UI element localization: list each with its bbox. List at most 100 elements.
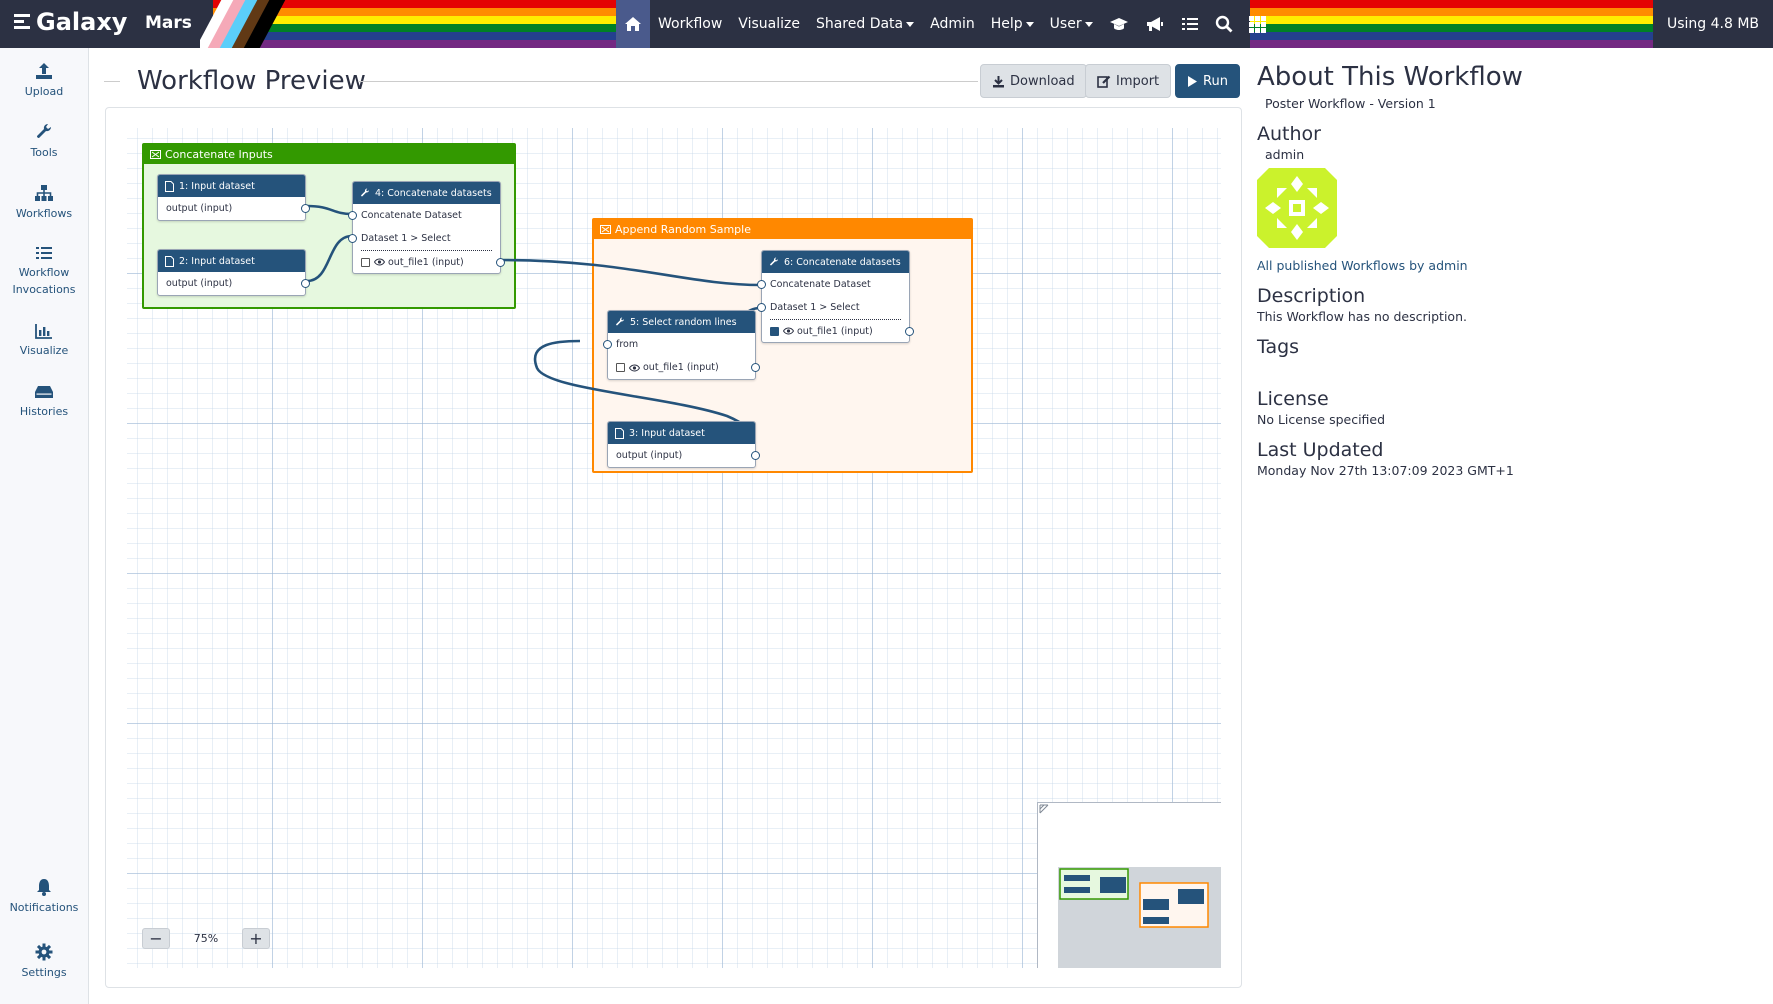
node-output-row: out_file1 (input) [770,319,914,342]
output-label: out_file1 (input) [388,256,464,268]
workflow-node-6-concatenate-datasets[interactable]: 6: Concatenate datasets Concatenate Data… [757,250,914,343]
zoom-control: − 75% + [142,928,270,949]
file-icon [165,255,174,267]
minimap-node-6 [1178,889,1204,904]
nav-user[interactable]: User [1042,0,1101,48]
input-terminal[interactable] [348,234,357,243]
node-output-row: output (input) [608,444,760,467]
activity-notifications[interactable]: Notifications [0,878,88,916]
workflow-output-checkbox[interactable] [361,257,370,267]
brand-name: Galaxy [36,8,128,36]
activity-tools[interactable]: Tools [0,123,88,161]
import-button[interactable]: Import [1085,64,1172,98]
activity-visualize[interactable]: Visualize [0,323,88,359]
megaphone-icon[interactable] [1137,0,1173,48]
output-terminal[interactable] [905,327,914,336]
workflow-minimap[interactable] [1037,802,1221,968]
output-terminal[interactable] [301,279,310,288]
activity-bar: Upload Tools Workflows Workflow Invocati… [0,48,89,1004]
instance-name[interactable]: Mars [145,13,192,33]
workflow-canvas-frame: Concatenate Inputs Append Random Sample [105,107,1242,988]
activity-upload[interactable]: Upload [0,62,88,100]
node-header: 2: Input dataset [158,250,305,272]
workflow-output-checkbox[interactable] [770,326,779,336]
output-terminal[interactable] [301,204,310,213]
activity-workflows[interactable]: Workflows [0,184,88,222]
workflow-node-1-input-dataset[interactable]: 1: Input dataset output (input) [157,174,310,221]
quota-meter[interactable]: Using 4.8 MB [1653,0,1773,48]
page-title: Workflow Preview [137,66,366,96]
progress-flag-chevrons [200,0,310,48]
minimap-node-5 [1143,899,1169,910]
node-input-row: Concatenate Dataset [348,204,500,227]
grid-icon[interactable] [1241,0,1274,48]
minimap-node-1 [1064,875,1090,881]
nav-workflow[interactable]: Workflow [650,0,730,48]
workflow-node-4-concatenate-datasets[interactable]: 4: Concatenate datasets Concatenate Data… [348,181,505,274]
search-icon[interactable] [1207,0,1241,48]
node-input-row: Dataset 1 > Select [757,296,909,319]
node-header: 5: Select random lines [608,311,755,333]
input-terminal[interactable] [757,303,766,312]
eye-icon[interactable] [783,327,794,335]
about-heading: About This Workflow [1257,62,1523,92]
workflow-canvas[interactable]: Concatenate Inputs Append Random Sample [127,128,1221,968]
workflow-node-5-select-random-lines[interactable]: 5: Select random lines from out_file1 (i… [603,310,760,380]
output-label: output (input) [166,278,233,289]
divider [358,81,978,82]
node-input-row: from [603,333,755,356]
nav-visualize[interactable]: Visualize [730,0,808,48]
output-terminal[interactable] [496,258,505,267]
gear-icon [35,943,53,961]
download-icon [993,75,1004,87]
input-label: Concatenate Dataset [361,210,462,221]
play-icon [1188,75,1197,87]
download-button[interactable]: Download [980,64,1087,98]
output-terminal[interactable] [751,363,760,372]
activity-notifications-label: Notifications [9,901,79,914]
eye-icon[interactable] [374,258,385,266]
connection-4-to-6 [500,258,762,287]
galaxy-brand-link[interactable]: Galaxy [14,8,127,36]
list-icon[interactable] [1173,0,1207,48]
workflow-node-3-input-dataset[interactable]: 3: Input dataset output (input) [607,421,760,468]
workflow-name-version: Poster Workflow - Version 1 [1265,96,1436,111]
input-terminal[interactable] [348,211,357,220]
zoom-out-button[interactable]: − [142,928,170,949]
zoom-in-button[interactable]: + [242,928,270,949]
minimap-node-2 [1064,887,1090,893]
nav-shared-data[interactable]: Shared Data [808,0,922,48]
wrench-icon [770,257,778,266]
nav-admin[interactable]: Admin [922,0,983,48]
node-output-row: output (input) [158,272,310,295]
activity-histories[interactable]: Histories [0,384,88,420]
published-workflows-link[interactable]: All published Workflows by admin [1257,258,1757,273]
input-label: Dataset 1 > Select [361,233,451,244]
run-button[interactable]: Run [1175,64,1240,98]
chevron-down-icon [1084,21,1093,27]
activity-histories-label: Histories [19,405,69,418]
eye-icon[interactable] [629,364,640,372]
nav-help[interactable]: Help [983,0,1042,48]
output-terminal[interactable] [751,451,760,460]
resize-grip-icon [1039,804,1049,814]
input-terminal[interactable] [757,280,766,289]
graduation-cap-icon[interactable] [1101,0,1137,48]
nav-help-label: Help [990,16,1023,32]
workflow-description: This Workflow has no description. [1257,309,1467,324]
sitemap-icon [35,185,53,201]
workflow-node-2-input-dataset[interactable]: 2: Input dataset output (input) [157,249,310,296]
node-header: 3: Input dataset [608,422,755,444]
activity-tools-label: Tools [30,146,58,159]
workflow-preview-header: Workflow Preview Download Import Run [104,62,1240,102]
activity-workflow-invocations-label: Workflow Invocations [12,266,76,296]
node-output-row: out_file1 (input) [608,356,760,379]
activity-settings[interactable]: Settings [0,943,88,981]
node-header: 6: Concatenate datasets [762,251,909,273]
input-label: Dataset 1 > Select [770,302,860,313]
workflow-output-checkbox[interactable] [616,363,625,372]
activity-workflow-invocations[interactable]: Workflow Invocations [0,245,88,298]
license-heading: License [1257,388,1329,410]
input-terminal[interactable] [603,340,612,349]
home-icon[interactable] [616,0,650,48]
